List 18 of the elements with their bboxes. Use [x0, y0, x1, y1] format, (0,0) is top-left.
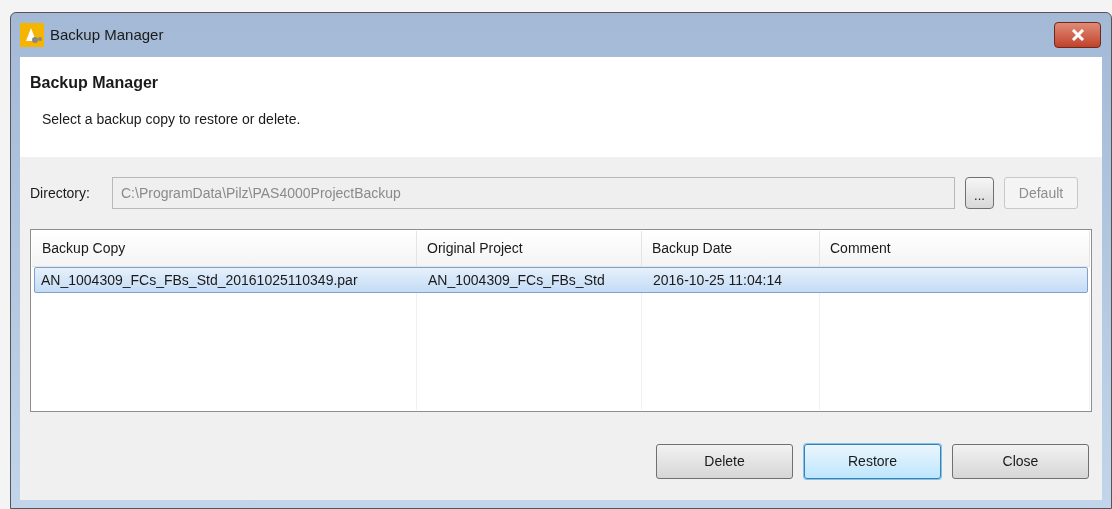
close-icon — [1070, 29, 1085, 41]
table-cell-text: AN_1004309_FCs_FBs_Std — [428, 270, 605, 290]
column-header[interactable]: Original Project — [417, 231, 642, 266]
table-cell-text: 2016-10-25 11:04:14 — [653, 270, 782, 290]
window-title: Backup Manager — [50, 24, 164, 45]
dialog-description: Select a backup copy to restore or delete. — [41, 110, 302, 129]
dialog-heading: Backup Manager — [30, 73, 160, 93]
column-header[interactable]: Backup Copy — [32, 231, 417, 266]
dialog-button[interactable]: Close — [952, 444, 1089, 479]
app-icon — [20, 23, 44, 47]
table-row[interactable]: AN_1004309_FCs_FBs_Std_20161025110349.par AN_1004309_FCs_FBs_Std 2016-10-25 11:04:14 — [34, 267, 1088, 293]
dialog-button[interactable]: Restore — [804, 444, 941, 479]
close-button[interactable] — [1054, 22, 1101, 48]
column-header[interactable]: Backup Date — [642, 231, 820, 266]
table-cell-text: AN_1004309_FCs_FBs_Std_20161025110349.par — [41, 270, 358, 290]
dialog-button[interactable]: Delete — [656, 444, 793, 479]
directory-label: Directory: — [30, 183, 91, 203]
column-header[interactable]: Comment — [820, 231, 1090, 266]
